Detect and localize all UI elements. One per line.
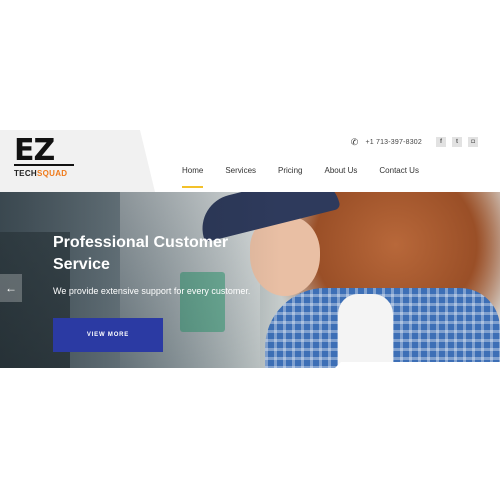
slider-prev-arrow-icon[interactable]: ← bbox=[0, 274, 22, 302]
instagram-icon[interactable]: ◘ bbox=[468, 137, 478, 147]
nav-about-us[interactable]: About Us bbox=[324, 166, 357, 181]
phone-icon: ✆ bbox=[350, 137, 359, 147]
logo-tech-text: TECH bbox=[14, 169, 37, 178]
twitter-icon[interactable]: t bbox=[452, 137, 462, 147]
hero-title: Professional Customer Service bbox=[53, 234, 229, 273]
logo-panel: EZ TECHSQUAD bbox=[0, 130, 155, 192]
phone-number[interactable]: +1 713-397-8302 bbox=[365, 139, 422, 146]
logo-main-text: EZ bbox=[14, 133, 55, 168]
logo-squad-text: SQUAD bbox=[36, 169, 68, 178]
nav-contact-us[interactable]: Contact Us bbox=[379, 166, 419, 181]
main-nav: Home Services Pricing About Us Contact U… bbox=[182, 166, 441, 188]
hero-bottom-edge bbox=[335, 362, 500, 368]
logo[interactable]: EZ TECHSQUAD bbox=[12, 134, 82, 182]
facebook-icon[interactable]: f bbox=[436, 137, 446, 147]
logo-subtext: TECHSQUAD bbox=[14, 169, 67, 178]
top-bar: ✆ +1 713-397-8302 f t ◘ bbox=[349, 135, 478, 149]
hero-subtitle: We provide extensive support for every c… bbox=[53, 286, 251, 296]
logo-underline bbox=[14, 164, 74, 166]
nav-home[interactable]: Home bbox=[182, 166, 204, 188]
nav-services[interactable]: Services bbox=[225, 166, 256, 181]
site-header: EZ TECHSQUAD ✆ +1 713-397-8302 f t ◘ Hom… bbox=[0, 130, 500, 192]
hero-slider: ← Professional Customer Service We provi… bbox=[0, 192, 500, 368]
hero-photo-tshirt bbox=[338, 294, 393, 368]
view-more-button[interactable]: VIEW MORE bbox=[53, 318, 163, 352]
nav-pricing[interactable]: Pricing bbox=[278, 166, 302, 181]
